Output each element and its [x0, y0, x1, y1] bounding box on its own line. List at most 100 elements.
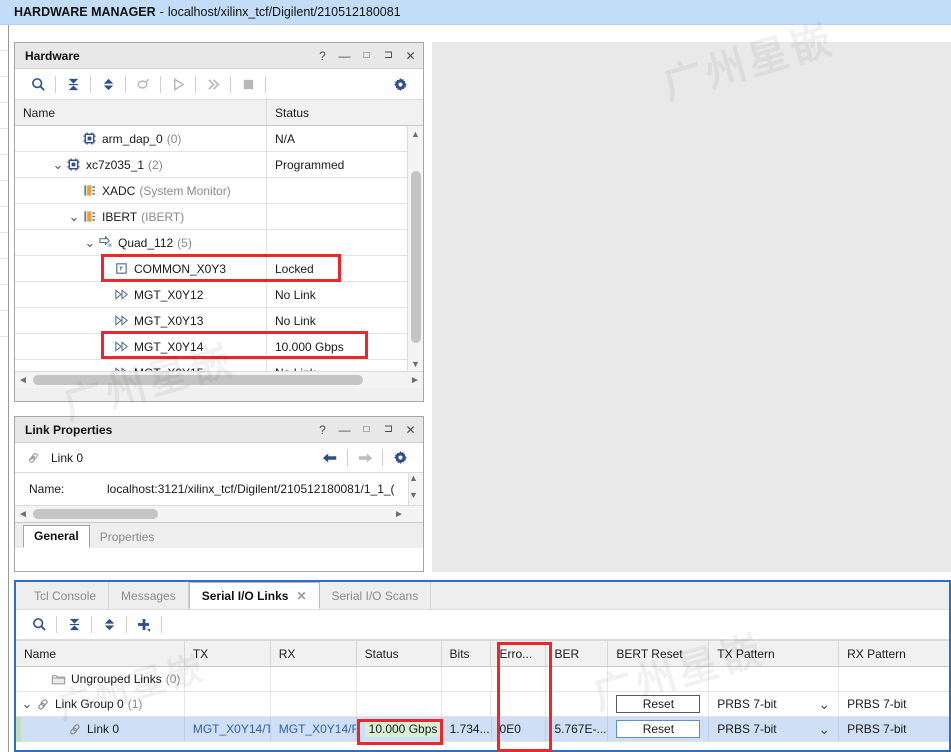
tree-row-name-cell[interactable]: ⌄ xc7z035_1 (2)	[15, 152, 267, 177]
hardware-tree-horizontal-scrollbar[interactable]: ◄ ►	[15, 371, 423, 388]
hardware-tree-row[interactable]: MGT_X0Y12 No Link	[15, 282, 423, 308]
link-row-name-cell[interactable]: Ungrouped Links (0)	[16, 667, 185, 691]
bert-reset-button[interactable]: Reset	[616, 695, 701, 713]
tree-row-name-cell[interactable]: COMMON_X0Y3	[15, 256, 267, 281]
column-header-tx[interactable]: TX	[185, 641, 271, 666]
tab-serial-io-scans[interactable]: Serial I/O Scans	[320, 582, 432, 609]
close-icon[interactable]: ✕	[404, 49, 417, 62]
column-header-rx[interactable]: RX	[271, 641, 357, 666]
hardware-tree-row[interactable]: MGT_X0Y14 10.000 Gbps	[15, 334, 423, 360]
hardware-tree-row[interactable]: ⌄ Quad_112 (5)	[15, 230, 423, 256]
scroll-up-arrow[interactable]: ▲	[409, 473, 423, 488]
column-header-name[interactable]: Name	[15, 100, 267, 125]
link-row-rx-cell[interactable]: MGT_X0Y14/RX	[271, 717, 357, 741]
hardware-tree[interactable]: arm_dap_0 (0) N/A ⌄ xc7z035_1 (2) Programmed XA…	[15, 126, 423, 388]
column-header-tx-pattern[interactable]: TX Pattern	[709, 641, 840, 666]
hardware-tree-row[interactable]: arm_dap_0 (0) N/A	[15, 126, 423, 152]
column-header-errors[interactable]: Erro...	[491, 641, 547, 666]
help-icon[interactable]: ?	[316, 423, 329, 436]
maximize-icon[interactable]: □	[360, 423, 373, 436]
tree-row-name-cell[interactable]: MGT_X0Y14	[15, 334, 267, 359]
links-table-body[interactable]: Ungrouped Links (0) ⌄ Link Group 0 (1) Reset P…	[16, 667, 949, 742]
expand-all-icon[interactable]	[94, 612, 124, 638]
column-header-ber[interactable]: BER	[546, 641, 609, 666]
link-name-vertical-scrollbar[interactable]: ▲ ▼	[408, 473, 423, 505]
scroll-right-arrow[interactable]: ►	[391, 509, 407, 520]
scroll-down-arrow[interactable]: ▼	[408, 356, 423, 371]
tx-endpoint-link[interactable]: MGT_X0Y14/TX	[193, 722, 270, 736]
links-table-row[interactable]: Link 0 MGT_X0Y14/TX MGT_X0Y14/RX 10.000 Gbp…	[16, 717, 949, 742]
help-icon[interactable]: ?	[316, 49, 329, 62]
link-name-horizontal-scrollbar[interactable]: ◄ ►	[15, 505, 423, 522]
bert-reset-button[interactable]: Reset	[616, 720, 701, 738]
collapse-all-icon[interactable]	[59, 612, 89, 638]
tab-general[interactable]: General	[23, 525, 90, 548]
tab-properties[interactable]: Properties	[90, 527, 165, 548]
tree-row-count: (System Monitor)	[139, 183, 231, 198]
link-row-rx-pattern-cell[interactable]: PRBS 7-bit	[839, 692, 949, 716]
create-links-icon[interactable]	[129, 612, 159, 638]
scroll-up-arrow[interactable]: ▲	[408, 126, 423, 141]
tx-pattern-dropdown[interactable]: PRBS 7-bit ⌄	[709, 692, 840, 716]
tab-serial-io-links[interactable]: Serial I/O Links ✕	[188, 582, 320, 609]
search-icon[interactable]	[23, 71, 53, 97]
scroll-right-arrow[interactable]: ►	[407, 375, 423, 386]
column-header-bert-reset[interactable]: BERT Reset	[608, 641, 710, 666]
tree-row-name-cell[interactable]: XADC (System Monitor)	[15, 178, 267, 203]
chevron-down-icon[interactable]: ⌄	[818, 722, 830, 736]
settings-gear-icon[interactable]	[385, 445, 415, 471]
hardware-tree-row[interactable]: ⌄ xc7z035_1 (2) Programmed	[15, 152, 423, 178]
links-table-row[interactable]: Ungrouped Links (0)	[16, 667, 949, 692]
tab-messages[interactable]: Messages	[109, 582, 189, 609]
column-header-rx-pattern[interactable]: RX Pattern	[839, 641, 949, 666]
scrollbar-thumb[interactable]	[411, 171, 421, 343]
column-header-status[interactable]: Status	[267, 100, 408, 125]
links-table-row[interactable]: ⌄ Link Group 0 (1) Reset PRBS 7-bit ⌄ PRBS 7-b…	[16, 692, 949, 717]
hardware-tree-row[interactable]: MGT_X0Y13 No Link	[15, 308, 423, 334]
link-name-value[interactable]: localhost:3121/xilinx_tcf/Digilent/21051…	[107, 482, 399, 496]
tree-row-name-cell[interactable]: arm_dap_0 (0)	[15, 126, 267, 151]
float-icon[interactable]: ⊐	[382, 49, 395, 62]
hardware-panel-title: Hardware	[25, 48, 80, 63]
bottom-dock-tabs: Tcl Console Messages Serial I/O Links ✕ …	[16, 582, 949, 609]
minimize-icon[interactable]: —	[338, 49, 351, 62]
scroll-left-arrow[interactable]: ◄	[15, 509, 31, 520]
expand-all-icon[interactable]	[93, 71, 123, 97]
search-icon[interactable]	[24, 612, 54, 638]
collapse-all-icon[interactable]	[58, 71, 88, 97]
tree-row-name-cell[interactable]: ⌄ Quad_112 (5)	[15, 230, 267, 255]
tab-tcl-console[interactable]: Tcl Console	[22, 582, 110, 609]
close-icon[interactable]: ✕	[404, 423, 417, 436]
chevron-down-icon[interactable]: ⌄	[83, 236, 97, 249]
column-header-bits[interactable]: Bits	[442, 641, 492, 666]
refresh-device-icon	[128, 71, 158, 97]
link-row-name-cell[interactable]: Link 0	[16, 717, 185, 741]
tx-pattern-dropdown[interactable]: PRBS 7-bit ⌄	[709, 717, 840, 741]
chevron-down-icon[interactable]: ⌄	[67, 210, 81, 223]
link-row-name-cell[interactable]: ⌄ Link Group 0 (1)	[16, 692, 185, 716]
scroll-down-arrow[interactable]: ▼	[409, 490, 423, 505]
chevron-down-icon[interactable]: ⌄	[20, 697, 34, 710]
maximize-icon[interactable]: □	[360, 49, 373, 62]
tree-row-name-cell[interactable]: MGT_X0Y13	[15, 308, 267, 333]
hardware-tree-row[interactable]: XADC (System Monitor)	[15, 178, 423, 204]
link-row-tx-cell[interactable]: MGT_X0Y14/TX	[185, 717, 271, 741]
rx-endpoint-link[interactable]: MGT_X0Y14/RX	[279, 722, 356, 736]
chevron-down-icon[interactable]: ⌄	[51, 158, 65, 171]
link-row-label: Link Group 0	[55, 697, 124, 711]
hardware-tree-row[interactable]: ⌄ IBERT (IBERT)	[15, 204, 423, 230]
close-icon[interactable]: ✕	[296, 589, 306, 603]
tree-row-name-cell[interactable]: MGT_X0Y12	[15, 282, 267, 307]
column-header-name[interactable]: Name	[16, 641, 185, 666]
hardware-tree-vertical-scrollbar[interactable]: ▲ ▼	[407, 126, 423, 371]
back-arrow-icon[interactable]	[315, 445, 345, 471]
chevron-down-icon[interactable]: ⌄	[818, 697, 830, 711]
scroll-left-arrow[interactable]: ◄	[15, 375, 31, 386]
hardware-tree-row[interactable]: COMMON_X0Y3 Locked	[15, 256, 423, 282]
tree-row-name-cell[interactable]: ⌄ IBERT (IBERT)	[15, 204, 267, 229]
float-icon[interactable]: ⊐	[382, 423, 395, 436]
link-row-rx-pattern-cell[interactable]: PRBS 7-bit	[839, 717, 949, 741]
column-header-status[interactable]: Status	[357, 641, 442, 666]
settings-gear-icon[interactable]	[385, 71, 415, 97]
minimize-icon[interactable]: —	[338, 423, 351, 436]
